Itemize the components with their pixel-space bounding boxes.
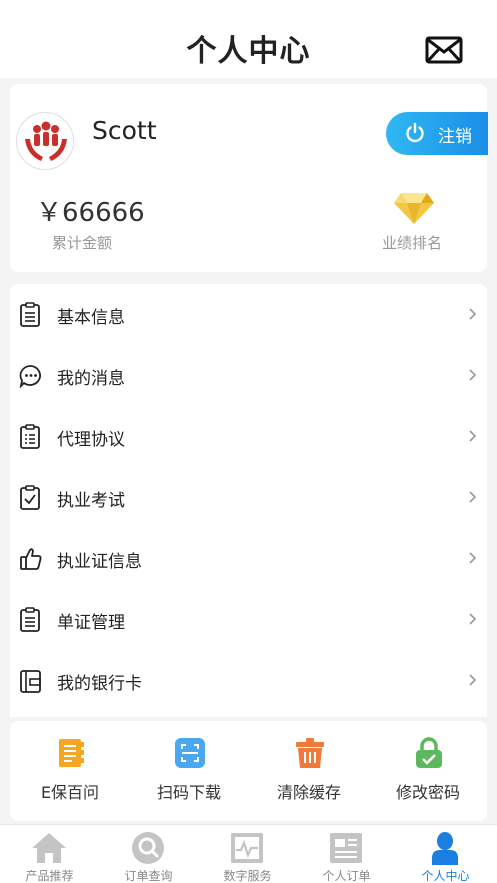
avatar[interactable] — [16, 112, 74, 170]
message-bubble-icon — [19, 365, 41, 389]
tool-label: 清除缓存 — [276, 783, 341, 802]
tool-label: 修改密码 — [395, 783, 460, 802]
chart-icon — [231, 833, 263, 863]
chevron-right-icon — [469, 430, 477, 442]
notebook-icon — [59, 739, 84, 767]
tab-label: 订单查询 — [124, 869, 173, 883]
menu-item-bank-card[interactable]: 我的银行卡 — [10, 650, 487, 711]
trash-icon — [296, 738, 324, 768]
top-header: 个人中心 — [0, 0, 497, 78]
tool-faq[interactable]: E保百问 — [10, 721, 130, 821]
tab-label: 产品推荐 — [25, 869, 74, 883]
menu-item-basic-info[interactable]: 基本信息 — [10, 284, 487, 345]
menu-item-label: 代理协议 — [57, 430, 125, 450]
username: Scott — [92, 116, 157, 145]
person-icon — [432, 832, 458, 865]
chevron-right-icon — [469, 369, 477, 381]
document-list-icon — [20, 424, 40, 449]
total-amount-label: 累计金额 — [52, 234, 113, 252]
rank-label[interactable]: 业绩排名 — [382, 232, 442, 253]
bottom-tab-bar: 产品推荐 订单查询 数字服务 个人订单 个人中心 — [0, 824, 497, 883]
thumbs-up-icon — [20, 548, 42, 570]
family-logo-icon — [18, 114, 73, 169]
exam-check-icon — [20, 485, 40, 510]
tab-order-query[interactable]: 订单查询 — [99, 825, 198, 883]
power-icon — [406, 122, 424, 143]
tool-scan-download[interactable]: 扫码下载 — [129, 721, 249, 821]
tab-label: 数字服务 — [223, 869, 272, 883]
menu-item-my-messages[interactable]: 我的消息 — [10, 345, 487, 406]
tab-label: 个人中心 — [421, 869, 470, 883]
tool-clear-cache[interactable]: 清除缓存 — [249, 721, 369, 821]
logout-label: 注销 — [438, 127, 472, 147]
tool-change-password[interactable]: 修改密码 — [368, 721, 488, 821]
tool-label: 扫码下载 — [156, 783, 221, 802]
search-icon — [132, 832, 164, 864]
chevron-right-icon — [469, 308, 477, 320]
chevron-right-icon — [469, 613, 477, 625]
menu-item-practice-exam[interactable]: 执业考试 — [10, 467, 487, 528]
menu-item-label: 单证管理 — [57, 613, 125, 633]
menu-list: 基本信息 我的消息 代理协议 执业考试 执业证信息 单证管理 我的银行卡 — [10, 284, 487, 717]
order-list-icon — [330, 833, 362, 863]
clipboard-icon — [20, 607, 40, 632]
scan-icon — [175, 738, 205, 768]
tab-label: 个人订单 — [322, 869, 371, 883]
page-title: 个人中心 — [186, 34, 311, 69]
diamond-icon[interactable] — [393, 191, 435, 225]
menu-item-label: 基本信息 — [57, 308, 125, 328]
home-icon — [32, 833, 66, 863]
total-amount: ￥66666 — [36, 198, 145, 228]
menu-item-label: 我的消息 — [57, 369, 125, 389]
tools-grid: E保百问 扫码下载 清除缓存 修改密码 — [10, 721, 487, 821]
chevron-right-icon — [469, 552, 477, 564]
lock-icon — [416, 737, 442, 768]
logout-button[interactable]: 注销 — [386, 112, 488, 155]
tool-label: E保百问 — [40, 783, 100, 802]
tab-personal-center[interactable]: 个人中心 — [396, 825, 495, 883]
profile-card: Scott 注销 ￥66666 累计金额 业绩排名 — [10, 84, 488, 272]
tab-personal-orders[interactable]: 个人订单 — [297, 825, 396, 883]
chevron-right-icon — [469, 674, 477, 686]
menu-item-agency-agreement[interactable]: 代理协议 — [10, 406, 487, 467]
mail-icon[interactable] — [425, 36, 463, 64]
wallet-icon — [20, 670, 41, 693]
tab-digital-service[interactable]: 数字服务 — [198, 825, 297, 883]
clipboard-icon — [20, 302, 40, 327]
menu-item-document-management[interactable]: 单证管理 — [10, 589, 487, 650]
menu-item-label: 我的银行卡 — [57, 674, 142, 694]
chevron-right-icon — [469, 491, 477, 503]
tab-product-recommend[interactable]: 产品推荐 — [0, 825, 99, 883]
menu-item-license-info[interactable]: 执业证信息 — [10, 528, 487, 589]
menu-item-label: 执业考试 — [57, 491, 125, 511]
menu-item-label: 执业证信息 — [57, 552, 142, 572]
